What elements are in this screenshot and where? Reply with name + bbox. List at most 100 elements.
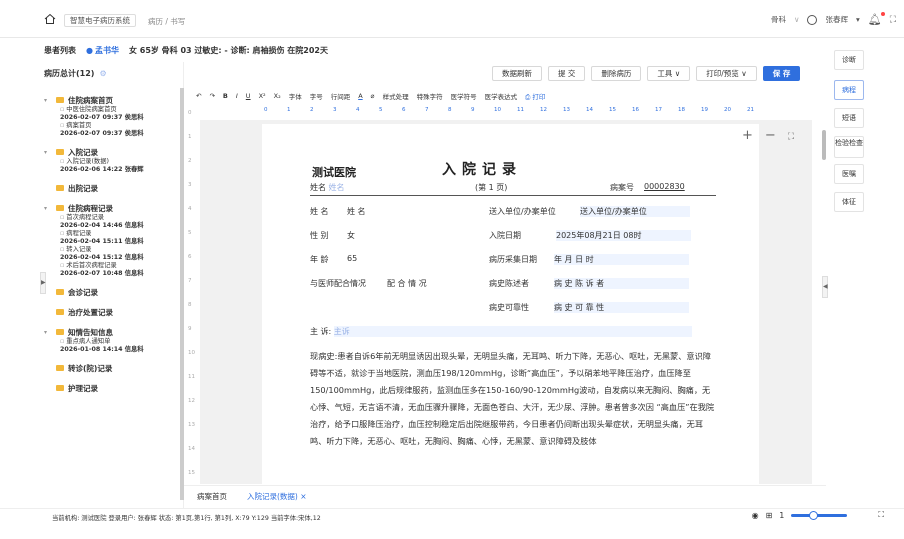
folder-icon [56, 365, 64, 371]
tree-document[interactable]: ▫ 病案首页 2026-02-07 09:37 侯思科 [44, 122, 180, 138]
tab-admission-record[interactable]: 入院记录(数据) × [247, 491, 307, 502]
special-char-menu[interactable]: 特殊字符 [417, 91, 443, 101]
document-page[interactable]: 测试医院 入院记录 姓名 姓名 (第 1 页) 病案号 00002830 姓 名… [262, 124, 759, 484]
size-menu[interactable]: 字号 [310, 91, 323, 101]
folder-icon [56, 309, 64, 315]
tree-folder[interactable]: 出院记录 [44, 182, 180, 194]
print-preview-button[interactable]: 打印/预览 ∨ [696, 66, 757, 81]
info-value[interactable]: 年 月 日 时 [554, 254, 689, 265]
folder-label: 知情告知信息 [68, 327, 113, 337]
superscript-icon[interactable]: X² [259, 92, 266, 100]
patient-bar: 患者列表 ● 孟书华 女 65岁 骨科 03 过敏史: - 诊断: 肩袖损伤 在… [44, 40, 830, 60]
style-menu[interactable]: 样式处理 [383, 91, 409, 101]
tree-document[interactable]: ▫ 重点病人通知单 2026-01-08 14:14 信息科 [44, 338, 180, 354]
diagnosis-button[interactable]: 诊断 [834, 50, 864, 70]
view-controls: + − ⛶ [742, 128, 794, 146]
tree-folder[interactable]: ▾ 知情告知信息 [44, 326, 180, 338]
info-value[interactable]: 女 [347, 230, 355, 241]
case-no-value[interactable]: 00002830 [644, 182, 685, 191]
print-link[interactable]: ⎙ 打印 [525, 91, 545, 102]
lab-exam-button[interactable]: 检验检查 [834, 136, 864, 158]
ruler-tick: 17 [655, 107, 662, 113]
refresh-button[interactable]: 数据刷新 [492, 66, 542, 81]
zoom-slider[interactable] [791, 510, 848, 520]
progress-button[interactable]: 病程 [834, 80, 864, 100]
tree-folder[interactable]: ▾ 住院病案首页 [44, 94, 180, 106]
home-icon[interactable] [44, 13, 56, 25]
vitals-button[interactable]: 体征 [834, 192, 864, 212]
vertical-scrollbar[interactable] [822, 130, 826, 160]
font-menu[interactable]: 字体 [289, 91, 302, 101]
name-header-field[interactable]: 姓名 [329, 183, 345, 192]
italic-icon[interactable]: I [236, 92, 238, 100]
zoom-out-icon[interactable]: − [765, 128, 776, 146]
settings-icon[interactable]: ⚙ [99, 69, 106, 78]
tree-folder[interactable]: 会诊记录 [44, 286, 180, 298]
medical-symbol-menu[interactable]: 医学符号 [451, 91, 477, 101]
close-icon[interactable]: × [300, 492, 306, 501]
eye-icon[interactable]: ◉ [752, 511, 759, 520]
tree-folder[interactable]: 转诊(院)记录 [44, 362, 180, 374]
right-sidebar: 诊断 病程 短语 检验检查 医嘱 体征 [830, 40, 904, 510]
line-number: 2 [188, 158, 192, 164]
undo-icon[interactable]: ↶ [196, 92, 201, 100]
panel-splitter[interactable] [180, 88, 184, 500]
redo-icon[interactable]: ↷ [209, 92, 214, 100]
info-value[interactable]: 送入单位/办案单位 [580, 206, 690, 217]
subscript-icon[interactable]: X₂ [274, 92, 281, 100]
tab-case-home[interactable]: 病案首页 [197, 491, 227, 502]
phrase-button[interactable]: 短语 [834, 108, 864, 128]
tree-folder[interactable]: 护理记录 [44, 382, 180, 394]
patient-icon: ● [86, 45, 93, 55]
patient-name[interactable]: 孟书华 [95, 45, 119, 56]
info-value[interactable]: 配 合 情 况 [387, 278, 427, 289]
patient-list-button[interactable]: 患者列表 [44, 45, 76, 56]
folder-icon [56, 205, 64, 211]
medical-expression-menu[interactable]: 医学表达式 [485, 91, 518, 101]
collapse-left-handle[interactable]: ▶ [40, 272, 46, 294]
present-illness: 现病史:患者自诉6年前无明显诱因出现头晕，无明显头痛，无耳鸣、听力下降，无恶心、… [310, 348, 715, 450]
info-value[interactable]: 65 [347, 254, 357, 263]
tree-document[interactable]: ▫ 术后首次病程记录 2026-02-07 10:48 信息科 [44, 262, 180, 278]
user-name[interactable]: 张春辉 [825, 14, 848, 25]
department-select[interactable]: 骨科 [771, 14, 786, 25]
grid-icon[interactable]: ⊞ [766, 511, 773, 520]
save-button[interactable]: 保 存 [762, 66, 801, 81]
chief-complaint-field[interactable]: 主诉 [333, 326, 692, 337]
orders-button[interactable]: 医嘱 [834, 164, 864, 184]
ruler-tick: 20 [724, 107, 731, 113]
tools-label: 工具 [657, 69, 673, 78]
tree-document[interactable]: ▫ 病程记录 2026-02-04 15:11 信息科 [44, 230, 180, 246]
tree-document[interactable]: ▫ 入院记录(数据) 2026-02-06 14:22 张春辉 [44, 158, 180, 174]
fit-icon[interactable]: ⛶ [878, 510, 884, 520]
info-value[interactable]: 病 史 可 靠 性 [554, 302, 689, 313]
line-spacing-menu[interactable]: 行间距 [331, 91, 351, 101]
tree-document[interactable]: ▫ 中医住院病案首页 2026-02-07 09:37 侯思科 [44, 106, 180, 122]
tree-folder[interactable]: ▾ 入院记录 [44, 146, 180, 158]
tools-button[interactable]: 工具 ∨ [647, 66, 691, 81]
tree-folder[interactable]: 治疗处置记录 [44, 306, 180, 318]
tree-document[interactable]: ▫ 转入记录 2026-02-04 15:12 信息科 [44, 246, 180, 262]
present-illness-text[interactable]: 患者自诉6年前无明显诱因出现头晕，无明显头痛，无耳鸣、听力下降，无恶心、呕吐，无… [310, 351, 714, 446]
line-number: 15 [188, 470, 195, 476]
fullscreen-icon[interactable]: ⛶ [890, 15, 896, 25]
fullscreen-icon[interactable]: ⛶ [788, 128, 794, 146]
zoom-in-icon[interactable]: + [742, 128, 753, 146]
tree-folder[interactable]: ▾ 住院病程记录 [44, 202, 180, 214]
delete-button[interactable]: 删除病历 [591, 66, 642, 81]
info-value[interactable]: 病 史 陈 诉 者 [554, 278, 689, 289]
bell-icon[interactable]: 🔔︎ [868, 12, 885, 26]
underline-icon[interactable]: U [246, 92, 251, 100]
folder-icon [56, 185, 64, 191]
submit-button[interactable]: 提 交 [548, 66, 586, 81]
font-color-icon[interactable]: A [358, 92, 362, 100]
document-title: ▫ 重点病人通知单 [60, 338, 111, 345]
bold-icon[interactable]: B [223, 92, 228, 100]
app-name[interactable]: 智慧电子病历系统 [64, 14, 136, 27]
tree-document[interactable]: ▫ 首次病程记录 2026-02-04 14:46 信息科 [44, 214, 180, 230]
info-value[interactable]: 姓 名 [347, 206, 366, 217]
ruler-tick: 7 [425, 107, 429, 113]
collapse-right-handle[interactable]: ◀ [822, 276, 828, 298]
highlight-icon[interactable]: ⌀ [371, 92, 375, 100]
info-value[interactable]: 2025年08月21日 08时 [556, 230, 691, 241]
